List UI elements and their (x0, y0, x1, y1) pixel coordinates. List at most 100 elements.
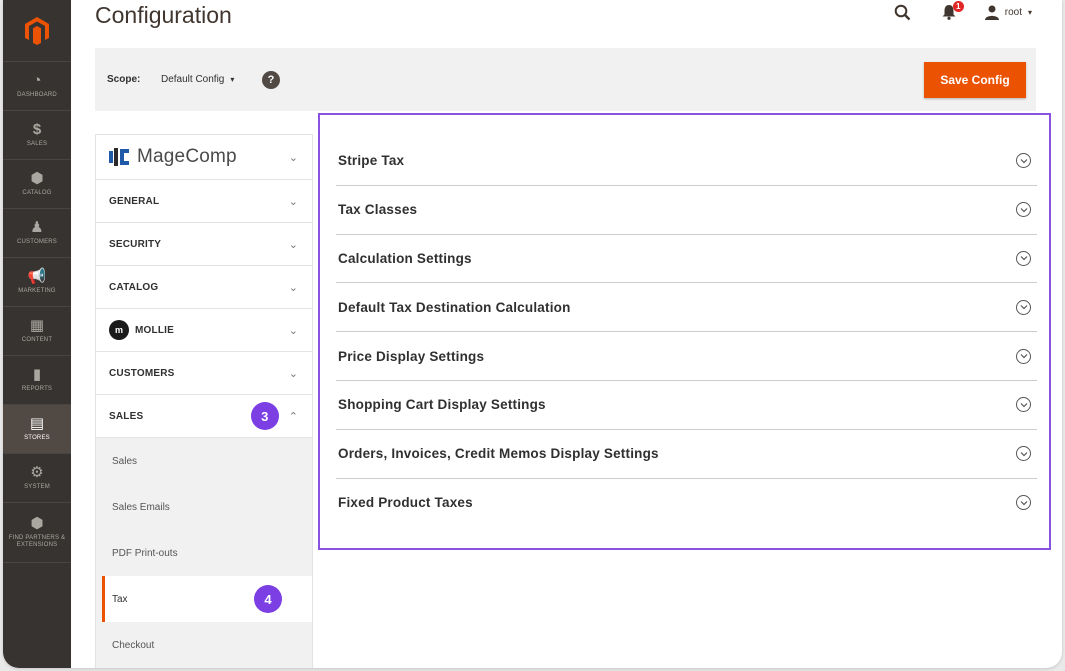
notification-count-badge: 1 (952, 1, 964, 12)
nav-item-label: CONTENT (21, 337, 53, 343)
config-section-row[interactable]: Tax Classes (336, 186, 1037, 235)
tab-item-sales-emails[interactable]: Sales Emails (96, 484, 312, 530)
user-name: root (1004, 6, 1022, 18)
nav-item-label: MARKETING (18, 288, 56, 294)
tab-item-sales[interactable]: Sales (96, 438, 312, 484)
nav-item-content[interactable]: ▦ CONTENT (3, 307, 71, 356)
store-icon: ▤ (29, 415, 45, 432)
config-section-row[interactable]: Shopping Cart Display Settings (336, 381, 1037, 430)
help-icon[interactable]: ? (262, 71, 280, 89)
tab-item-label: Tax (112, 593, 128, 605)
tab-label: CUSTOMERS (109, 367, 175, 379)
admin-sidebar: ◔ DASHBOARD $ SALES ⬢ CATALOG ♟ CUSTOMERS 📢 MARKE… (3, 0, 71, 668)
scope-switcher[interactable]: Default Config ▾ (161, 74, 234, 85)
nav-item-catalog[interactable]: ⬢ CATALOG (3, 160, 71, 209)
nav-item-label: SALES (26, 141, 48, 147)
tax-sections-panel: Stripe Tax Tax Classes Calculation Setting… (318, 113, 1051, 550)
section-title: Fixed Product Taxes (338, 495, 473, 511)
section-title: Tax Classes (338, 202, 418, 218)
nav-item-dashboard[interactable]: ◔ DASHBOARD (3, 62, 71, 111)
bar-chart-icon: ▮ (32, 366, 42, 383)
config-section-row[interactable]: Price Display Settings (336, 332, 1037, 381)
save-config-button[interactable]: Save Config (924, 62, 1026, 98)
chevron-down-icon: ▾ (230, 75, 235, 84)
config-section-row[interactable]: Default Tax Destination Calculation (336, 283, 1037, 333)
chevron-down-icon: ⌄ (288, 281, 298, 294)
content-icon: ▦ (29, 317, 45, 334)
app-frame: ◔ DASHBOARD $ SALES ⬢ CATALOG ♟ CUSTOMERS 📢 MARKE… (3, 0, 1062, 668)
nav-item-label: STORES (24, 435, 50, 441)
tab-customers[interactable]: CUSTOMERS ⌄ (95, 351, 313, 394)
nav-item-label: FIND PARTNERS & EXTENSIONS (8, 535, 66, 548)
sales-sub-items: Sales Sales Emails PDF Print-outs Tax 4 … (95, 438, 313, 668)
dashboard-icon: ◔ (32, 72, 42, 89)
expand-chevron-icon[interactable] (1016, 299, 1031, 315)
tab-label: MOLLIE (135, 324, 174, 336)
config-section-row[interactable]: Orders, Invoices, Credit Memos Display S… (336, 430, 1037, 479)
nav-item-label: CATALOG (22, 190, 52, 196)
dollar-icon: $ (32, 121, 42, 138)
config-section-row[interactable]: Fixed Product Taxes (336, 479, 1037, 528)
nav-item-reports[interactable]: ▮ REPORTS (3, 356, 71, 405)
nav-item-find-partners-extensions[interactable]: ⬢ FIND PARTNERS & EXTENSIONS (3, 503, 71, 563)
section-title: Stripe Tax (338, 153, 405, 169)
scope-value: Default Config (161, 74, 225, 85)
tab-sales[interactable]: SALES 3 ⌃ (95, 394, 313, 438)
expand-chevron-icon[interactable] (1016, 250, 1031, 266)
extensions-icon: ⬢ (30, 515, 44, 532)
magento-logo-icon[interactable] (3, 0, 71, 62)
expand-chevron-icon[interactable] (1016, 397, 1031, 413)
scope-label: Scope: (107, 74, 141, 85)
chevron-up-icon: ⌃ (288, 410, 298, 423)
search-icon[interactable] (893, 2, 913, 22)
section-title: Calculation Settings (338, 250, 472, 266)
tab-magecomp[interactable]: MageComp ⌄ (95, 134, 313, 179)
tab-item-tax[interactable]: Tax 4 (102, 576, 312, 622)
chevron-down-icon: ⌄ (288, 367, 298, 380)
section-title: Shopping Cart Display Settings (338, 397, 546, 413)
chevron-down-icon: ⌄ (288, 324, 298, 337)
expand-chevron-icon[interactable] (1016, 446, 1031, 462)
magecomp-logo: MageComp (109, 146, 237, 168)
tab-label: SECURITY (109, 238, 162, 250)
mollie-logo-icon: m (109, 320, 129, 340)
tab-label: CATALOG (109, 281, 159, 293)
tab-security[interactable]: SECURITY ⌄ (95, 222, 313, 265)
scope-bar: Scope: Default Config ▾ ? Save Config (95, 48, 1036, 111)
section-title: Price Display Settings (338, 348, 485, 364)
user-menu[interactable]: root ▾ (984, 5, 1032, 20)
user-icon (984, 5, 999, 20)
nav-item-customers[interactable]: ♟ CUSTOMERS (3, 209, 71, 258)
chevron-down-icon: ⌄ (288, 195, 298, 208)
expand-chevron-icon[interactable] (1016, 348, 1031, 364)
header-actions: 1 root ▾ (893, 1, 1032, 22)
nav-item-label: REPORTS (21, 386, 53, 392)
nav-item-label: CUSTOMERS (16, 239, 58, 245)
tab-catalog[interactable]: CATALOG ⌄ (95, 265, 313, 308)
tab-item-pdf-printouts[interactable]: PDF Print-outs (96, 530, 312, 576)
magecomp-logo-icon (109, 148, 129, 166)
tab-item-checkout[interactable]: Checkout (96, 622, 312, 668)
chevron-down-icon: ⌄ (288, 238, 298, 251)
nav-item-stores[interactable]: ▤ STORES (3, 405, 71, 454)
section-list: Stripe Tax Tax Classes Calculation Setting… (336, 137, 1037, 527)
nav-item-system[interactable]: ⚙ SYSTEM (3, 454, 71, 503)
mollie-brand: m MOLLIE (109, 320, 174, 340)
tab-general[interactable]: GENERAL ⌄ (95, 179, 313, 222)
chevron-down-icon: ▾ (1027, 7, 1032, 17)
expand-chevron-icon[interactable] (1016, 495, 1031, 511)
tab-label: SALES (109, 410, 144, 422)
config-section-row[interactable]: Calculation Settings (336, 235, 1037, 284)
nav-item-marketing[interactable]: 📢 MARKETING (3, 258, 71, 307)
page-title: Configuration (95, 2, 232, 28)
nav-item-sales[interactable]: $ SALES (3, 111, 71, 160)
expand-chevron-icon[interactable] (1016, 153, 1031, 169)
step-badge: 4 (254, 585, 282, 613)
expand-chevron-icon[interactable] (1016, 202, 1031, 218)
config-section-row[interactable]: Stripe Tax (336, 137, 1037, 186)
cube-icon: ⬢ (30, 170, 44, 187)
tab-mollie[interactable]: m MOLLIE ⌄ (95, 308, 313, 351)
section-title: Default Tax Destination Calculation (338, 299, 571, 315)
section-title: Orders, Invoices, Credit Memos Display S… (338, 446, 659, 462)
notifications-bell-icon[interactable]: 1 (939, 1, 964, 22)
